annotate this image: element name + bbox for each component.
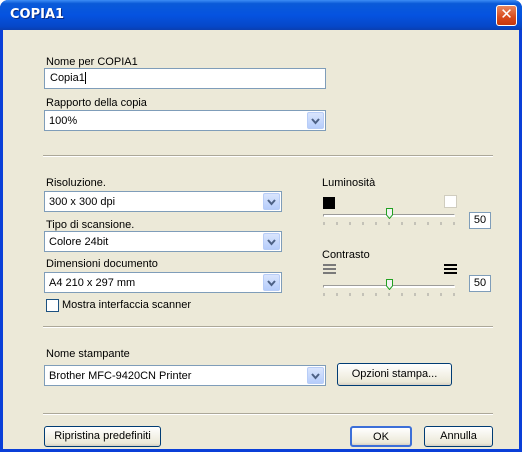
contrast-label: Contrasto <box>322 249 370 261</box>
ok-button[interactable]: OK <box>350 426 412 447</box>
contrast-ticks <box>323 293 455 296</box>
chevron-down-icon[interactable] <box>307 112 324 129</box>
dark-swatch-icon <box>323 197 335 209</box>
brightness-value-box: 50 <box>469 212 491 229</box>
contrast-value-box: 50 <box>469 275 491 292</box>
light-swatch-icon <box>444 195 457 208</box>
doc-size-value: A4 210 x 297 mm <box>49 277 136 289</box>
doc-size-select[interactable]: A4 210 x 297 mm <box>44 272 282 293</box>
title-bar[interactable]: COPIA1 ✕ <box>0 0 522 30</box>
name-input-value: Copia1 <box>50 72 85 84</box>
resolution-label: Risoluzione. <box>46 177 106 189</box>
resolution-select[interactable]: 300 x 300 dpi <box>44 191 282 212</box>
separator <box>43 326 493 328</box>
cancel-button[interactable]: Annulla <box>424 426 493 447</box>
reset-defaults-button[interactable]: Ripristina predefiniti <box>44 426 161 447</box>
scanner-ui-label[interactable]: Mostra interfaccia scanner <box>62 299 191 311</box>
scan-type-value: Colore 24bit <box>49 236 109 248</box>
chevron-down-icon[interactable] <box>307 367 324 384</box>
high-contrast-icon <box>444 264 457 274</box>
print-options-button[interactable]: Opzioni stampa... <box>337 363 452 386</box>
ratio-select[interactable]: 100% <box>44 110 326 131</box>
resolution-value: 300 x 300 dpi <box>49 196 116 208</box>
contrast-slider-thumb[interactable] <box>386 279 393 290</box>
separator <box>43 155 493 157</box>
ratio-value: 100% <box>49 115 78 127</box>
window-title: COPIA1 <box>10 7 65 22</box>
doc-size-label: Dimensioni documento <box>46 258 158 270</box>
brightness-ticks <box>323 222 455 225</box>
close-button[interactable]: ✕ <box>496 5 517 26</box>
name-input[interactable]: Copia1 <box>44 68 326 89</box>
separator <box>43 413 493 415</box>
chevron-down-icon[interactable] <box>263 233 280 250</box>
scanner-ui-checkbox[interactable] <box>46 299 59 312</box>
brightness-label: Luminosità <box>322 177 376 189</box>
scan-type-select[interactable]: Colore 24bit <box>44 231 282 252</box>
ratio-label: Rapporto della copia <box>46 97 147 109</box>
brightness-slider-thumb[interactable] <box>386 208 393 219</box>
printer-select[interactable]: Brother MFC-9420CN Printer <box>44 365 326 386</box>
close-icon: ✕ <box>500 5 513 23</box>
chevron-down-icon[interactable] <box>263 193 280 210</box>
printer-value: Brother MFC-9420CN Printer <box>49 370 192 382</box>
name-label: Nome per COPIA1 <box>46 56 138 68</box>
low-contrast-icon <box>323 264 336 274</box>
printer-label: Nome stampante <box>46 348 130 360</box>
scan-type-label: Tipo di scansione. <box>46 219 135 231</box>
chevron-down-icon[interactable] <box>263 274 280 291</box>
